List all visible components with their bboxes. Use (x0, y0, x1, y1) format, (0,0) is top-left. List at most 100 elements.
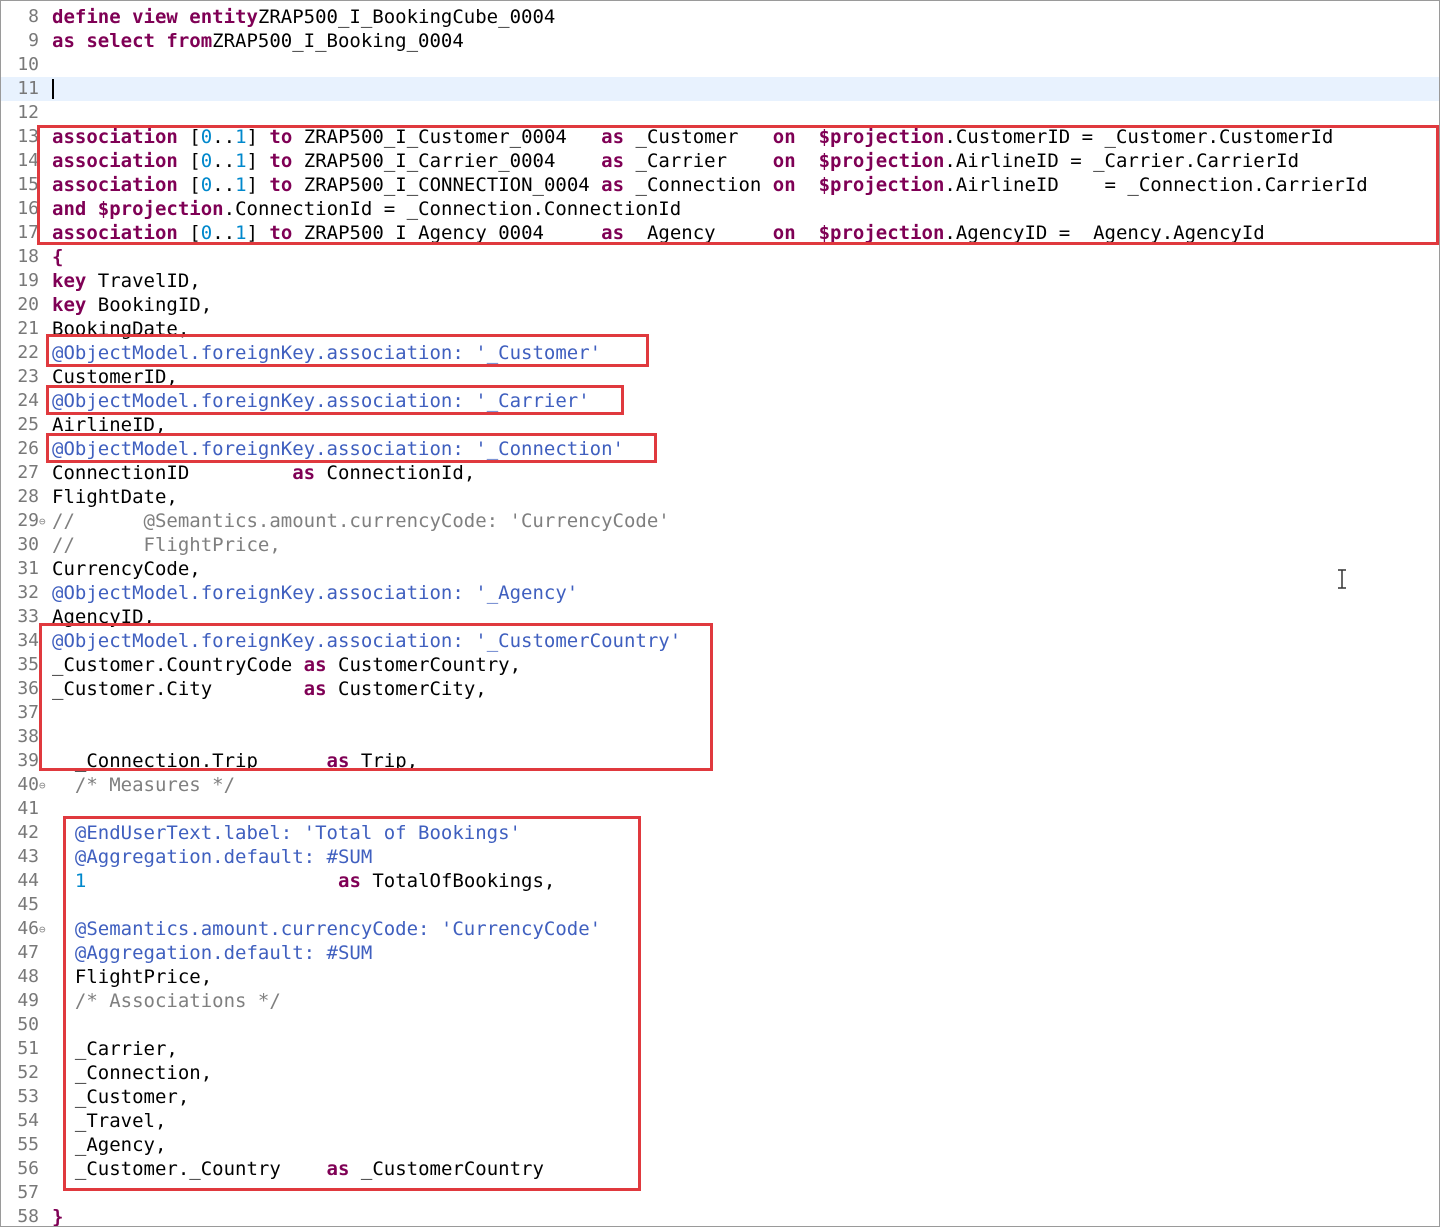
code-line-41[interactable]: 41 (1, 797, 1439, 821)
code-line-44[interactable]: 44 1 as TotalOfBookings, (1, 869, 1439, 893)
code-line-58[interactable]: 58} (1, 1205, 1439, 1226)
code-line-21[interactable]: 21 BookingDate, (1, 317, 1439, 341)
code-token: 1 (235, 222, 247, 244)
code-text: CurrencyCode, (52, 557, 201, 581)
code-text: FlightPrice, (52, 965, 212, 989)
code-text: @Aggregation.default: #SUM (52, 941, 372, 965)
code-text: AgencyID, (52, 605, 155, 629)
code-line-43[interactable]: 43 @Aggregation.default: #SUM (1, 845, 1439, 869)
code-line-27[interactable]: 27 ConnectionID as ConnectionId, (1, 461, 1439, 485)
code-line-12[interactable]: 12 (1, 101, 1439, 125)
code-line-57[interactable]: 57 (1, 1181, 1439, 1205)
code-text: @ObjectModel.foreignKey.association: '_C… (52, 341, 601, 365)
code-line-34[interactable]: 34 @ObjectModel.foreignKey.association: '… (1, 629, 1439, 653)
code-line-48[interactable]: 48 FlightPrice, (1, 965, 1439, 989)
line-number: 18 (17, 246, 39, 267)
fold-toggle-icon[interactable]: ⊖ (39, 510, 46, 534)
code-line-55[interactable]: 55 _Agency, (1, 1133, 1439, 1157)
code-line-33[interactable]: 33 AgencyID, (1, 605, 1439, 629)
code-line-45[interactable]: 45 (1, 893, 1439, 917)
code-token: ZRAP500_I_BookingCube_0004 (257, 6, 556, 28)
text-caret (52, 79, 54, 99)
code-text: key TravelID, (52, 269, 201, 293)
code-line-35[interactable]: 35 _Customer.CountryCode as CustomerCount… (1, 653, 1439, 677)
line-number: 54 (17, 1110, 39, 1131)
code-line-31[interactable]: 31 CurrencyCode, (1, 557, 1439, 581)
code-line-50[interactable]: 50 (1, 1013, 1439, 1037)
line-number: 15 (17, 174, 39, 195)
code-line-40[interactable]: 40 ⊖ /* Measures */ (1, 773, 1439, 797)
line-number: 42 (17, 822, 39, 843)
line-number: 16 (17, 198, 39, 219)
code-token: as (601, 150, 625, 172)
code-token: _Connection.Trip (52, 750, 327, 772)
code-line-18[interactable]: 18 { (1, 245, 1439, 269)
code-line-42[interactable]: 42 @EndUserText.label: 'Total of Booking… (1, 821, 1439, 845)
code-line-39[interactable]: 39 _Connection.Trip as Trip, (1, 749, 1439, 773)
code-token: $projection (818, 222, 945, 244)
code-text: _Connection, (52, 1061, 212, 1085)
code-line-52[interactable]: 52 _Connection, (1, 1061, 1439, 1085)
code-line-56[interactable]: 56 _Customer._Country as _CustomerCountr… (1, 1157, 1439, 1181)
code-line-8[interactable]: 8 define view entityZRAP500_I_BookingCube… (1, 5, 1439, 29)
line-number: 13 (17, 126, 39, 147)
code-line-23[interactable]: 23 CustomerID, (1, 365, 1439, 389)
code-token: as (601, 126, 625, 148)
code-token: BookingDate, (52, 318, 190, 340)
code-line-49[interactable]: 49 /* Associations */ (1, 989, 1439, 1013)
code-line-19[interactable]: 19 key TravelID, (1, 269, 1439, 293)
code-token: ] (246, 126, 270, 148)
code-token: .AirlineID = _Connection.CarrierId (944, 174, 1368, 196)
code-line-10[interactable]: 10 (1, 53, 1439, 77)
code-line-36[interactable]: 36 _Customer.City as CustomerCity, (1, 677, 1439, 701)
code-text: key BookingID, (52, 293, 212, 317)
code-line-22[interactable]: 22 @ObjectModel.foreignKey.association: '… (1, 341, 1439, 365)
code-token: AgencyID, (52, 606, 155, 628)
code-text: define view entityZRAP500_I_BookingCube_… (52, 5, 555, 29)
code-line-26[interactable]: 26 @ObjectModel.foreignKey.association: '… (1, 437, 1439, 461)
code-line-11[interactable]: 11 (1, 77, 1439, 101)
code-line-25[interactable]: 25 AirlineID, (1, 413, 1439, 437)
code-line-28[interactable]: 28 FlightDate, (1, 485, 1439, 509)
code-line-30[interactable]: 30 // FlightPrice, (1, 533, 1439, 557)
code-text: CustomerID, (52, 365, 178, 389)
code-line-51[interactable]: 51 _Carrier, (1, 1037, 1439, 1061)
code-line-16[interactable]: 16 and $projection.ConnectionId = _Connec… (1, 197, 1439, 221)
code-line-9[interactable]: 9 as select fromZRAP500_I_Booking_0004 (1, 29, 1439, 53)
code-editor[interactable]: 8 define view entityZRAP500_I_BookingCube… (0, 0, 1440, 1227)
code-line-32[interactable]: 32 @ObjectModel.foreignKey.association: '… (1, 581, 1439, 605)
line-number: 10 (17, 54, 39, 75)
code-token: @ObjectModel.foreignKey.association: (52, 438, 476, 460)
code-line-17[interactable]: 17 association [0..1] to ZRAP500_I_Agency… (1, 221, 1439, 245)
code-token: _Agency, (52, 1134, 167, 1156)
code-token: @EndUserText.label: 'Total of Bookings' (52, 822, 521, 844)
line-number: 22 (17, 342, 39, 363)
code-line-47[interactable]: 47 @Aggregation.default: #SUM (1, 941, 1439, 965)
line-number: 29 (17, 510, 39, 531)
fold-toggle-icon[interactable]: ⊖ (39, 918, 46, 942)
code-line-13[interactable]: 13 association [0..1] to ZRAP500_I_Custom… (1, 125, 1439, 149)
code-token: _Carrier (624, 150, 773, 172)
code-line-53[interactable]: 53 _Customer, (1, 1085, 1439, 1109)
code-line-54[interactable]: 54 _Travel, (1, 1109, 1439, 1133)
code-line-24[interactable]: 24 @ObjectModel.foreignKey.association: '… (1, 389, 1439, 413)
fold-toggle-icon[interactable]: ⊖ (39, 774, 46, 798)
code-line-20[interactable]: 20 key BookingID, (1, 293, 1439, 317)
code-token: on (772, 150, 796, 172)
code-token: _Customer.CountryCode (52, 654, 304, 676)
code-token: .. (212, 174, 236, 196)
code-token: $projection (97, 198, 224, 220)
code-line-15[interactable]: 15 association [0..1] to ZRAP500_I_CONNEC… (1, 173, 1439, 197)
code-token: FlightDate, (52, 486, 178, 508)
line-number: 26 (17, 438, 39, 459)
code-token: as (326, 1158, 350, 1180)
code-token: .CustomerID = _Customer.CustomerId (944, 126, 1334, 148)
line-number: 52 (17, 1062, 39, 1083)
code-line-37[interactable]: 37 (1, 701, 1439, 725)
code-line-38[interactable]: 38 (1, 725, 1439, 749)
code-line-29[interactable]: 29 ⊖ // @Semantics.amount.currencyCode: 'C… (1, 509, 1439, 533)
code-line-46[interactable]: 46 ⊖ @Semantics.amount.currencyCode: 'Cur… (1, 917, 1439, 941)
code-token: ] (246, 150, 270, 172)
code-line-14[interactable]: 14 association [0..1] to ZRAP500_I_Carrie… (1, 149, 1439, 173)
